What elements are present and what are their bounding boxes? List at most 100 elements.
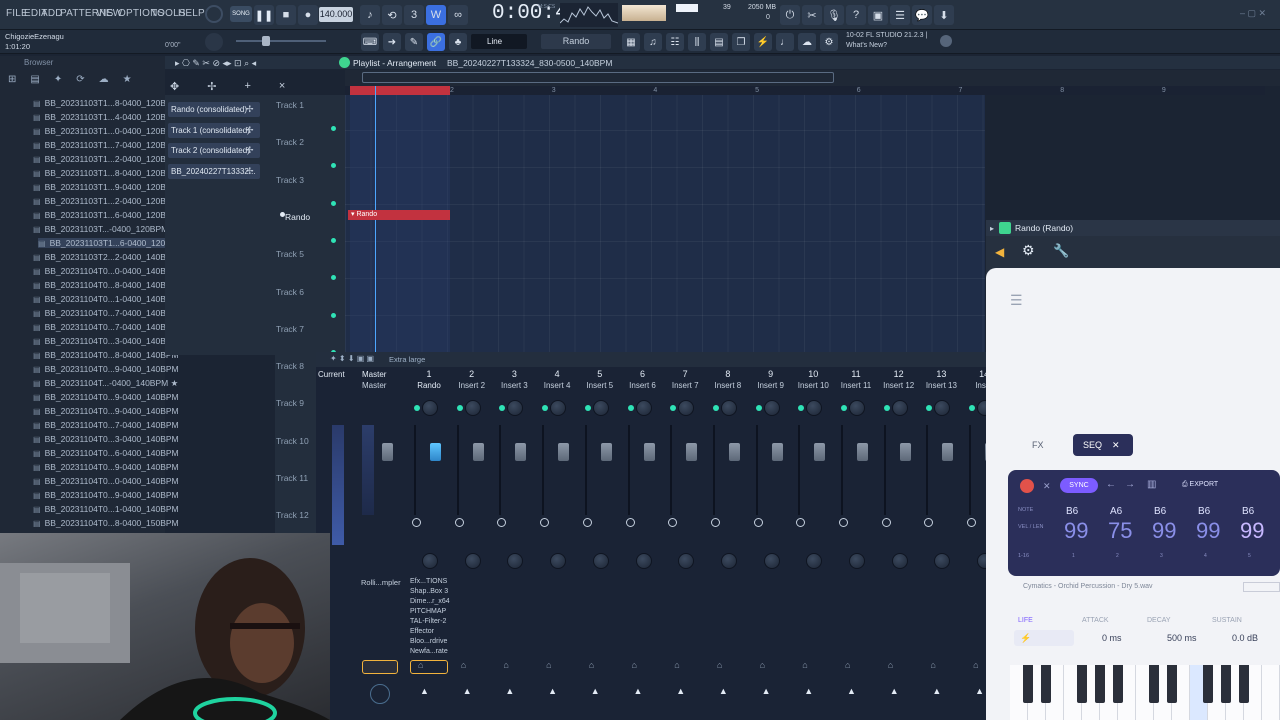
browser-file-item[interactable]: BB_20231103T1...4-0400_120BPM [33, 112, 179, 122]
master-volume-knob[interactable] [205, 5, 223, 23]
tempo-display[interactable]: 140.000 [319, 7, 353, 22]
browser-file-item[interactable]: BB_20231103T1...8-0400_120BPM [33, 168, 179, 178]
route-icon[interactable]: ⌂ [717, 660, 722, 670]
mixer-pan-knob[interactable] [891, 400, 908, 416]
route-arrow-icon[interactable]: ▲ [719, 686, 728, 696]
mixer-tool-icons[interactable]: ✦ ⬍ ⬇ ▣ ▣ [330, 354, 374, 363]
mixer-strip-name[interactable]: Insert 2 [451, 381, 493, 390]
mixer-strip-led[interactable] [627, 405, 634, 411]
plus-icon[interactable]: + [244, 80, 250, 93]
browser-file-item[interactable]: BB_20231103T2...2-0400_140BPM [33, 252, 179, 262]
master-pitch-slider[interactable] [236, 40, 326, 42]
mixer-size-label[interactable]: Extra large [389, 355, 425, 364]
mixer-strip-name[interactable]: Insert 6 [622, 381, 664, 390]
mixer-volume-knob[interactable] [422, 553, 438, 569]
browser-file-item[interactable]: BB_20231103T1...2-0400_120BPM [33, 196, 179, 206]
step-velocity[interactable]: 99 [1064, 518, 1088, 544]
clip-options-icon[interactable]: ✢ [246, 166, 254, 177]
song-mode-toggle[interactable]: SONG [230, 6, 252, 22]
clip-tools[interactable]: ✥ ✢ + × [170, 80, 285, 93]
mixer-view-icon[interactable]: ⫼ [688, 33, 706, 51]
step-velocity[interactable]: 75 [1108, 518, 1132, 544]
black-key[interactable] [1077, 665, 1087, 703]
track-name[interactable]: Track 5 [276, 249, 304, 259]
clip-options-icon[interactable]: ✢ [246, 145, 254, 156]
browser-tabs[interactable]: ⊞ ▤ ✦ ⟳ ☁ ★ [4, 74, 164, 90]
window-controls[interactable]: – ▢ ✕ [1240, 8, 1266, 19]
stereo-separation-icon[interactable] [412, 518, 421, 527]
channel-selector[interactable]: Rando [541, 34, 611, 49]
close-icon[interactable]: × [279, 80, 285, 93]
master-fader[interactable] [382, 443, 393, 461]
browser-file-item[interactable]: BB_20231104T0...1-0400_140BPM [33, 294, 179, 304]
plugin-settings-icon[interactable]: ⚙ [1022, 242, 1035, 259]
link-icon[interactable]: 🔗 [427, 33, 445, 51]
sync-button[interactable]: SYNC [1060, 478, 1098, 493]
step-note[interactable]: B6 [1198, 506, 1210, 517]
mixer-fader[interactable] [515, 443, 527, 461]
move-icon[interactable]: ✥ [170, 80, 179, 93]
black-key[interactable] [1221, 665, 1231, 703]
seq-close-icon[interactable]: ✕ [1112, 440, 1120, 450]
track-name[interactable]: Track 6 [276, 287, 304, 297]
browser-all-icon[interactable]: ⊞ [8, 74, 16, 90]
browser-file-item[interactable]: BB_20231104T0...9-0400_140BPM [33, 462, 179, 472]
mixer-volume-knob[interactable] [592, 553, 609, 569]
browser-icon[interactable]: ▤ [710, 33, 728, 51]
wrench-icon[interactable]: 🔧 [1053, 243, 1069, 259]
route-icon[interactable]: ⌂ [461, 660, 466, 670]
snap-selector[interactable]: Line [471, 34, 527, 49]
mixer-pan-knob[interactable] [422, 400, 438, 416]
mixer-strip-name[interactable]: Insert 13 [920, 381, 962, 390]
export-button[interactable]: ⎙ EXPORT [1182, 481, 1218, 489]
black-key[interactable] [1041, 665, 1051, 703]
keyboard-icon[interactable]: ⌨ [361, 33, 379, 51]
route-icon[interactable]: ⌂ [888, 660, 893, 670]
browser-file-item[interactable]: BB_20231104T0...8-0400_150BPM [33, 518, 179, 528]
plugin-arrow-icon[interactable]: ▸ [990, 224, 994, 233]
browser-file-item[interactable]: BB_20231103T1...7-0400_120BPM [33, 140, 179, 150]
route-icon[interactable]: ⌂ [930, 660, 935, 670]
chat-icon[interactable]: 💬 [912, 5, 932, 25]
pitch-knob[interactable] [205, 33, 223, 51]
track-name[interactable]: Track 8 [276, 361, 304, 371]
step-note[interactable]: B6 [1154, 506, 1166, 517]
cloud-icon[interactable]: ☁ [798, 33, 816, 51]
fx-slot[interactable]: PITCHMAP [410, 608, 446, 615]
browser-file-item[interactable]: BB_20231104T...-0400_140BPM ★ [33, 378, 179, 389]
black-key[interactable] [1113, 665, 1123, 703]
playlist-scrollbar[interactable] [362, 72, 834, 83]
browser-file-item[interactable]: BB_20231103T1...6-0400_120BPM [33, 210, 179, 220]
browser-plugin-icon[interactable]: ✦ [54, 74, 62, 90]
mixer-strip-led[interactable] [883, 405, 890, 411]
file-icon[interactable]: ❐ [732, 33, 750, 51]
stereo-separation-icon[interactable] [753, 518, 763, 527]
route-icon[interactable]: ⌂ [845, 660, 850, 670]
mixer-volume-knob[interactable] [550, 553, 567, 569]
mixer-pan-knob[interactable] [550, 400, 567, 416]
step-velocity[interactable]: 99 [1240, 518, 1264, 544]
step-note[interactable]: B6 [1242, 506, 1254, 517]
mixer-strip-name[interactable]: Rando [408, 381, 450, 390]
route-arrow-icon[interactable]: ▲ [932, 686, 941, 696]
mixer-strip-name[interactable]: Insert 3 [493, 381, 535, 390]
playlist-menu-icon[interactable]: ▸ ⎔ ✎ ✂ ⊘ ◂▸ ⊡ ⌕ ◂ [175, 58, 256, 69]
route-arrow-icon[interactable]: ▲ [975, 686, 984, 696]
browser-file-item[interactable]: BB_20231103T1...0-0400_120BPM [33, 126, 179, 136]
browser-file-item[interactable]: BB_20231104T0...9-0400_140BPM [33, 406, 179, 416]
browser-file-item[interactable]: BB_20231103T1...2-0400_120BPM [33, 154, 179, 164]
black-key[interactable] [1203, 665, 1213, 703]
tempo-tap-icon[interactable]: ♩ [776, 33, 794, 51]
mixer-fader[interactable] [600, 443, 612, 461]
rando-route[interactable] [410, 660, 448, 674]
black-key[interactable] [1167, 665, 1177, 703]
stereo-separation-icon[interactable] [625, 518, 635, 527]
mixer-strip-led[interactable] [456, 405, 463, 411]
clip-options-icon[interactable]: ✢ [246, 125, 254, 136]
route-icon[interactable]: ⌂ [802, 660, 807, 670]
seq-clear-icon[interactable]: ✕ [1043, 481, 1051, 492]
route-arrow-icon[interactable]: ▲ [890, 686, 899, 696]
fx-slot[interactable]: TAL-Filter-2 [410, 618, 446, 625]
power-icon[interactable]: ⏻ [780, 5, 800, 25]
stereo-separation-icon[interactable] [710, 518, 720, 527]
